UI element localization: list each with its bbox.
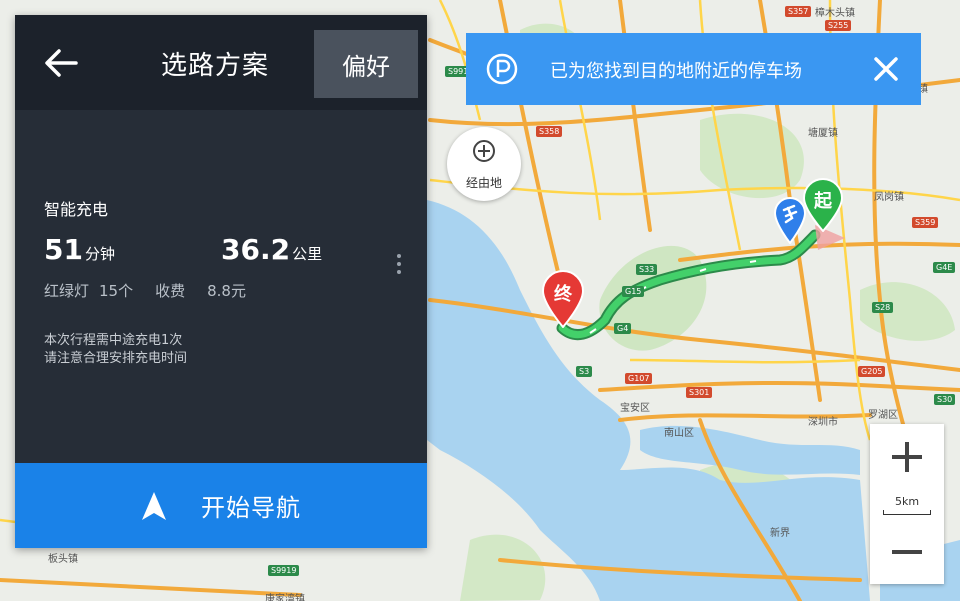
parking-icon — [486, 53, 518, 85]
scale-label: 5km — [894, 495, 920, 508]
charging-notice: 本次行程需中途充电1次 请注意合理安排充电时间 — [44, 332, 187, 368]
more-dot — [397, 262, 401, 266]
start-marker[interactable]: 起 — [802, 178, 844, 232]
plus-icon — [892, 442, 922, 472]
end-marker-label: 终 — [554, 284, 572, 305]
close-banner-button[interactable] — [868, 51, 904, 87]
road-shield: G4E — [933, 262, 956, 273]
toll-label: 收费 — [155, 282, 186, 300]
road-shield: G107 — [625, 373, 653, 384]
place-label: 康家湾镇 — [265, 594, 305, 601]
scale-bar — [883, 510, 931, 515]
duration: 51 分钟 — [44, 233, 115, 266]
duration-value: 51 — [44, 233, 83, 266]
distance: 36.2 公里 — [221, 233, 322, 266]
place-label: 新界 — [770, 528, 790, 539]
start-navigation-button[interactable]: 开始导航 — [15, 463, 427, 548]
back-arrow-icon — [45, 49, 78, 77]
duration-unit: 分钟 — [84, 245, 115, 263]
plus-circle-icon — [473, 140, 495, 162]
page-title: 选路方案 — [160, 51, 269, 81]
close-icon — [874, 57, 898, 81]
parking-banner[interactable]: 已为您找到目的地附近的停车场 — [466, 33, 921, 105]
road-shield: S359 — [912, 217, 939, 228]
minus-icon — [892, 550, 922, 554]
route-plan-panel: 选路方案 偏好 智能充电 51 分钟 36.2 公里 红绿灯 15个 收费 8.8元 本次… — [15, 15, 427, 548]
navigation-arrow-icon — [142, 491, 166, 520]
road-shield: S9919 — [268, 565, 300, 576]
notice-line: 本次行程需中途充电1次 — [44, 333, 183, 348]
zoom-controls: 5km — [870, 424, 944, 584]
start-navigation-label: 开始导航 — [201, 494, 301, 522]
end-marker[interactable]: 终 — [541, 270, 585, 328]
place-label: 板头镇 — [48, 554, 78, 565]
road-shield: S3 — [576, 366, 593, 377]
road-shield: G205 — [858, 366, 886, 377]
road-shield: S301 — [686, 387, 713, 398]
place-label: 塘厦镇 — [808, 128, 838, 139]
road-shield: S33 — [636, 264, 658, 275]
panel-header: 选路方案 偏好 — [15, 15, 427, 110]
preference-button[interactable]: 偏好 — [314, 30, 418, 98]
zoom-in-button[interactable] — [870, 424, 944, 490]
more-options-button[interactable] — [393, 251, 405, 285]
zoom-out-button[interactable] — [870, 520, 944, 584]
road-shield: G15 — [622, 286, 645, 297]
map-scale: 5km — [870, 490, 944, 520]
distance-unit: 公里 — [292, 245, 323, 263]
toll-value: 8.8元 — [207, 282, 246, 300]
route-type-label: 智能充电 — [44, 200, 109, 219]
road-shield: G4 — [614, 323, 632, 334]
road-shield: S30 — [934, 394, 956, 405]
more-dots-icon — [397, 254, 401, 258]
road-shield: S358 — [536, 126, 563, 137]
road-shield: S357 — [785, 6, 812, 17]
via-point-label: 经由地 — [465, 176, 502, 190]
place-label: 罗湖区 — [868, 410, 898, 421]
distance-value: 36.2 — [221, 233, 291, 266]
place-label: 宝安区 — [620, 403, 650, 414]
traffic-lights-label: 红绿灯 — [44, 282, 90, 300]
parking-banner-text: 已为您找到目的地附近的停车场 — [550, 61, 802, 82]
place-label: 深圳市 — [808, 417, 838, 428]
traffic-lights-value: 15个 — [99, 282, 134, 300]
more-dot — [397, 270, 401, 274]
notice-line: 请注意合理安排充电时间 — [44, 351, 188, 366]
place-label: 凤岗镇 — [874, 192, 904, 203]
start-marker-label: 起 — [814, 191, 832, 212]
back-button[interactable] — [37, 39, 85, 87]
place-label: 南山区 — [664, 428, 694, 439]
route-info-row: 红绿灯 15个 收费 8.8元 — [44, 280, 256, 301]
place-label: 樟木头镇 — [815, 8, 855, 19]
road-shield: S28 — [872, 302, 894, 313]
via-point-button[interactable]: 经由地 — [447, 127, 521, 201]
road-shield: S255 — [825, 20, 852, 31]
